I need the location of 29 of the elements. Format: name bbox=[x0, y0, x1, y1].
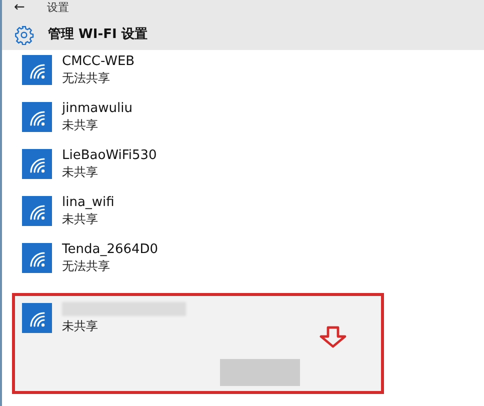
network-name: LieBaoWiFi530 bbox=[62, 147, 157, 164]
network-name: CMCC-WEB bbox=[62, 53, 135, 70]
network-item[interactable]: LieBaoWiFi530 未共享 bbox=[22, 146, 484, 193]
wifi-icon bbox=[22, 303, 52, 333]
network-item[interactable]: Tenda_2664D0 无法共享 bbox=[22, 240, 484, 287]
share-button[interactable] bbox=[220, 359, 300, 386]
settings-icon bbox=[14, 25, 34, 45]
network-status: 未共享 bbox=[62, 164, 99, 181]
network-status: 无法共享 bbox=[62, 70, 111, 87]
network-name: lina_wifi bbox=[62, 194, 114, 211]
settings-title: 设置 bbox=[46, 0, 69, 16]
network-item[interactable]: lina_wifi 未共享 bbox=[22, 193, 484, 240]
network-name: Tenda_2664D0 bbox=[62, 241, 158, 258]
network-status: 无法共享 bbox=[62, 258, 111, 275]
selected-network[interactable]: 未共享 bbox=[12, 293, 384, 394]
wifi-icon bbox=[22, 149, 52, 179]
back-button[interactable]: ← bbox=[14, 0, 25, 18]
network-item[interactable]: CMCC-WEB 无法共享 bbox=[22, 52, 484, 99]
wifi-icon bbox=[22, 55, 52, 85]
wifi-icon bbox=[22, 196, 52, 226]
network-item[interactable]: jinmawuliu 未共享 bbox=[22, 99, 484, 146]
network-name: jinmawuliu bbox=[62, 100, 132, 117]
wifi-icon bbox=[22, 102, 52, 132]
network-status: 未共享 bbox=[62, 318, 99, 335]
network-status: 未共享 bbox=[62, 117, 99, 134]
down-arrow-icon bbox=[319, 326, 347, 348]
page-title: 管理 WI-FI 设置 bbox=[48, 26, 148, 44]
wifi-icon bbox=[22, 243, 52, 273]
network-status: 未共享 bbox=[62, 211, 99, 228]
